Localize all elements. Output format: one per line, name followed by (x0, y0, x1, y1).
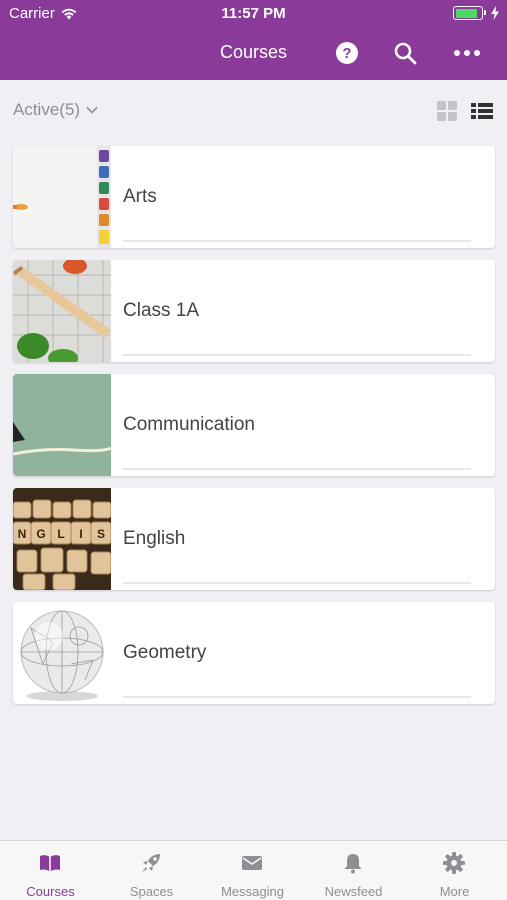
course-card[interactable]: Communication (13, 374, 495, 476)
svg-text:S: S (97, 527, 105, 541)
course-name: English (123, 528, 186, 549)
course-progress-bar (123, 582, 471, 584)
course-card[interactable]: Class 1A (13, 260, 495, 362)
app-header: Carrier 11:57 PM Courses ? (0, 0, 507, 80)
search-icon[interactable] (392, 40, 418, 66)
grid-view-icon[interactable] (436, 100, 458, 122)
course-progress-bar (123, 468, 471, 470)
tab-spaces[interactable]: Spaces (101, 841, 202, 900)
course-thumbnail (13, 146, 111, 248)
tab-label: Messaging (221, 884, 284, 899)
page-title: Courses (219, 42, 288, 62)
tab-label: Newsfeed (324, 884, 383, 899)
status-bar: Carrier 11:57 PM (0, 0, 507, 28)
chevron-down-icon (86, 106, 98, 114)
book-icon (40, 855, 60, 871)
tab-more[interactable]: More (404, 841, 505, 900)
tab-label: Spaces (129, 884, 174, 899)
tab-courses[interactable]: Courses (0, 841, 101, 900)
course-name: Geometry (123, 642, 207, 663)
list-view-icon[interactable] (471, 100, 493, 122)
battery-icon (453, 6, 486, 20)
course-thumbnail: NGL I S (13, 488, 111, 590)
course-name: Communication (123, 414, 255, 435)
course-progress-bar (123, 696, 471, 698)
tab-messaging[interactable]: Messaging (202, 841, 303, 900)
tab-bar: Courses Spaces Messaging Newsfeed More (0, 840, 507, 900)
svg-text:N: N (18, 527, 27, 541)
course-name: Class 1A (123, 300, 200, 321)
more-options-icon[interactable] (452, 40, 482, 66)
bell-icon (344, 854, 362, 874)
svg-text:?: ? (342, 45, 351, 62)
nav-bar: Courses ? (0, 28, 507, 80)
tab-label: More (439, 884, 470, 899)
filter-row: Active(5) (0, 92, 507, 128)
svg-text:I: I (79, 527, 82, 541)
envelope-icon (242, 856, 262, 870)
course-card[interactable]: Geometry (13, 602, 495, 704)
filter-label: Active(5) (13, 100, 81, 119)
course-card[interactable]: Arts (13, 146, 495, 248)
rocket-icon (142, 854, 160, 872)
svg-text:L: L (57, 527, 64, 541)
course-thumbnail (13, 602, 111, 704)
course-card[interactable]: NGL I S English (13, 488, 495, 590)
gear-icon (443, 852, 465, 874)
help-icon[interactable]: ? (334, 40, 360, 66)
course-progress-bar (123, 240, 471, 242)
course-thumbnail (13, 374, 111, 476)
battery-indicator (453, 6, 499, 20)
status-time: 11:57 PM (221, 5, 286, 22)
course-thumbnail (13, 260, 111, 362)
status-filter-dropdown[interactable]: Active(5) (13, 100, 98, 120)
charging-icon (491, 6, 499, 20)
course-progress-bar (123, 354, 471, 356)
svg-text:G: G (36, 527, 45, 541)
tab-label: Courses (26, 884, 75, 899)
course-name: Arts (123, 186, 157, 207)
tab-newsfeed[interactable]: Newsfeed (303, 841, 404, 900)
